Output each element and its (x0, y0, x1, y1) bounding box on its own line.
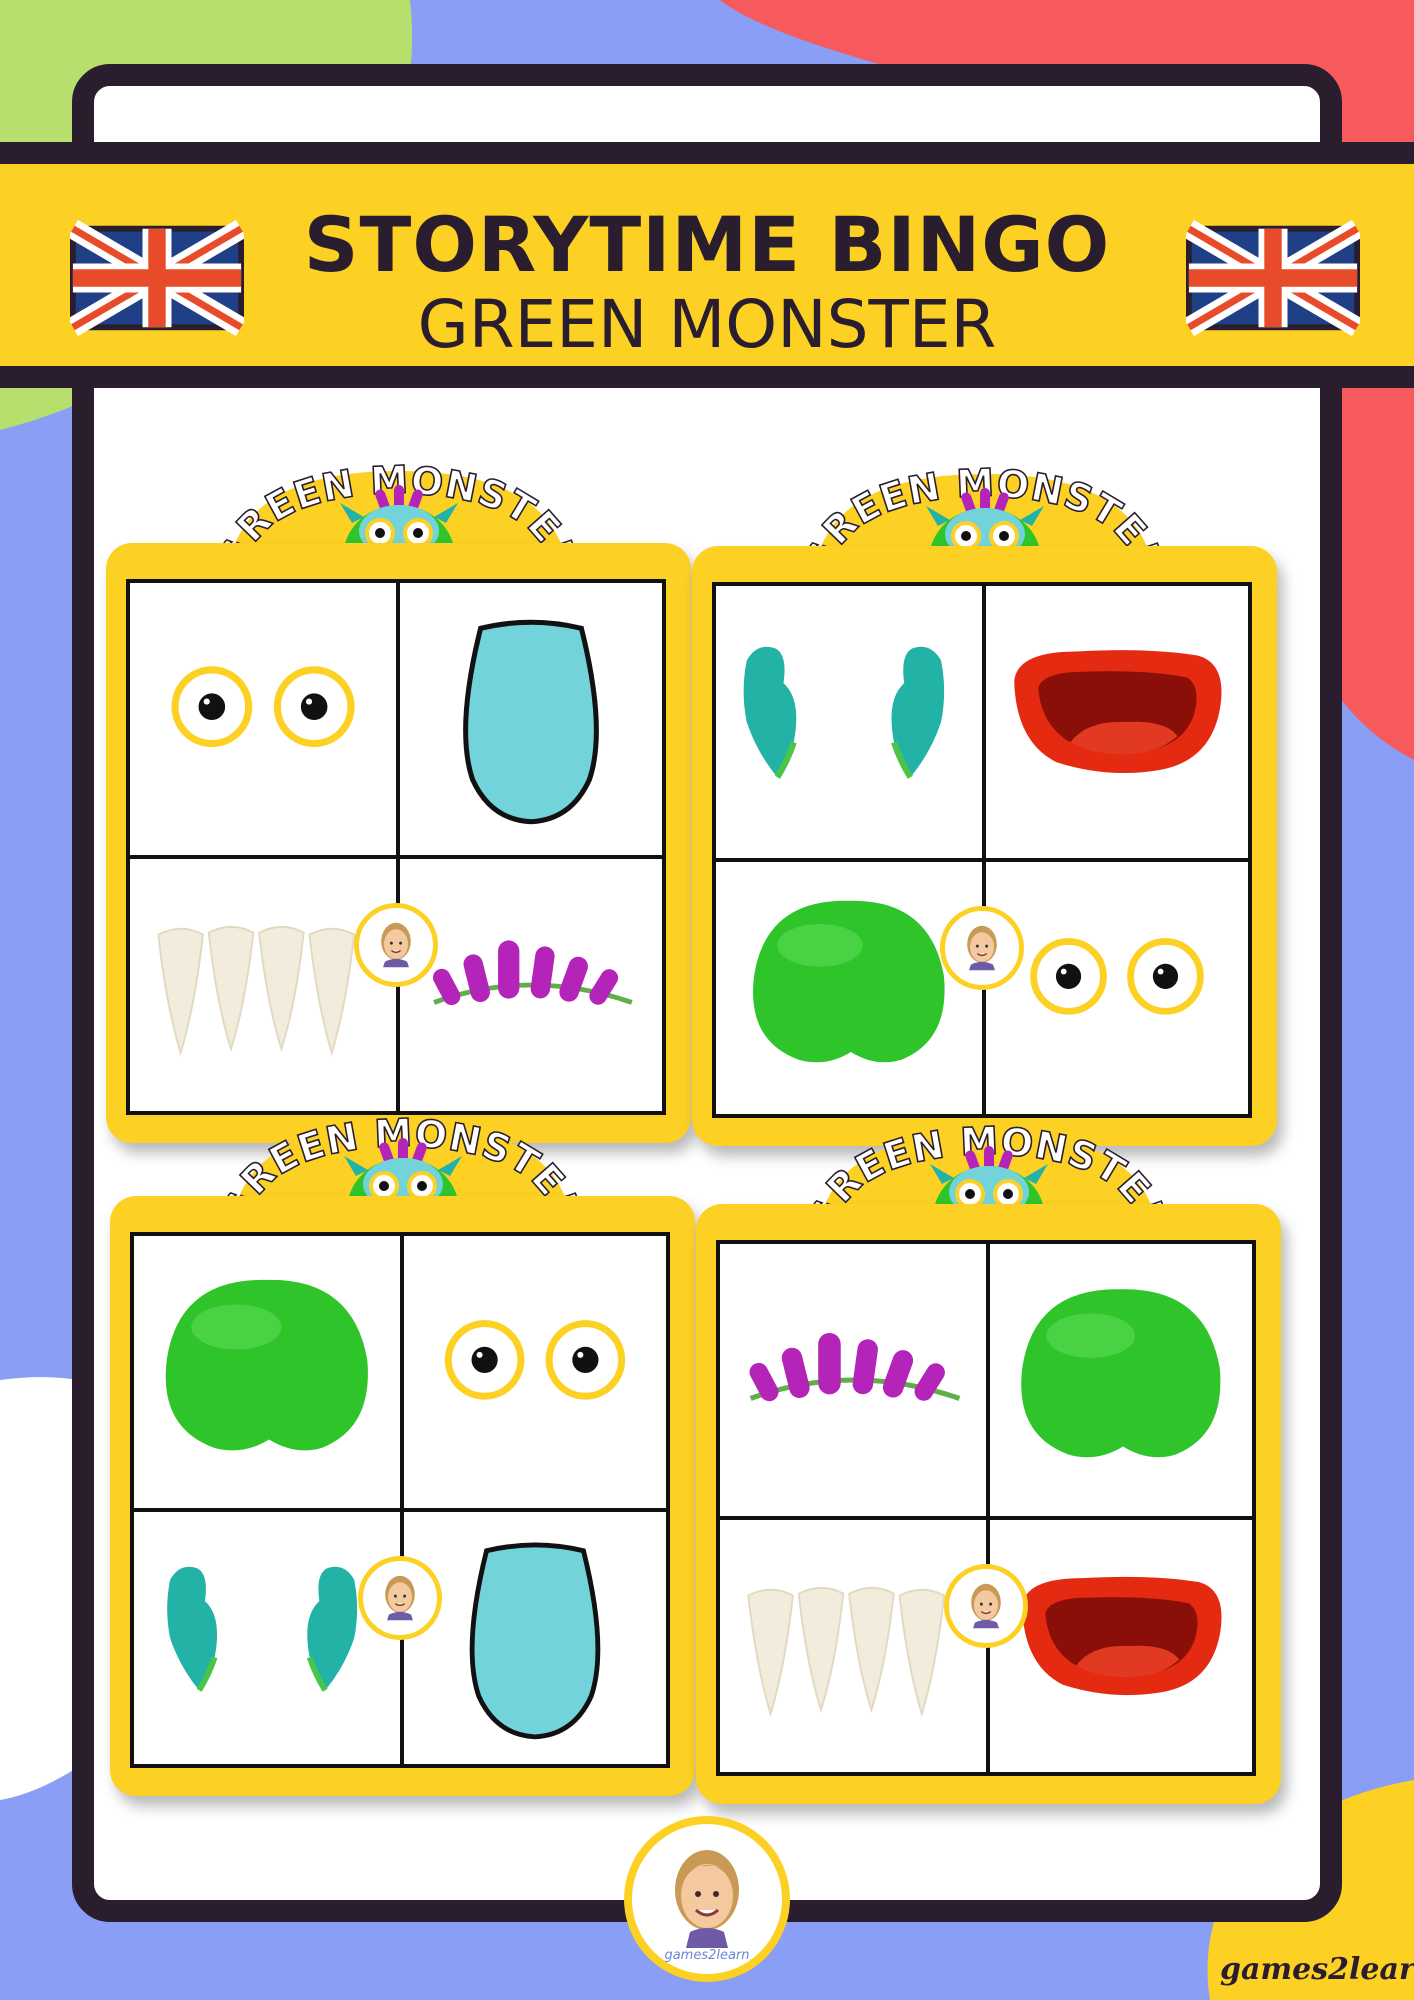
card-panel (106, 543, 691, 1143)
avatar-badge-label: games2learn (664, 1948, 750, 1963)
bingo-cell[interactable] (720, 1244, 988, 1518)
uk-flag-icon (1186, 220, 1360, 336)
avatar-badge-small (354, 903, 438, 987)
bingo-cell[interactable] (402, 1236, 666, 1510)
eyes-icon (404, 1236, 666, 1508)
teeth-icon (130, 859, 396, 1111)
avatar-badge: games2learn (624, 1816, 790, 1982)
bingo-cell[interactable] (716, 586, 984, 860)
card-panel (696, 1204, 1281, 1804)
bingo-cell[interactable] (988, 1518, 1252, 1772)
avatar-icon (381, 922, 411, 968)
hair-icon (720, 1244, 986, 1516)
head-icon (990, 1244, 1252, 1516)
bingo-cell[interactable] (398, 857, 662, 1111)
bingo-card: GREEN MONSTER (692, 446, 1277, 1146)
mouth-icon (990, 1520, 1252, 1772)
bingo-cell[interactable] (402, 1510, 666, 1764)
bingo-cell[interactable] (988, 1244, 1252, 1518)
card-panel (692, 546, 1277, 1146)
avatar-badge-small (944, 1564, 1028, 1648)
bingo-cell[interactable] (984, 860, 1248, 1114)
avatar-icon (971, 1583, 1001, 1629)
bingo-cell[interactable] (716, 860, 984, 1114)
ears-icon (134, 1512, 400, 1764)
bingo-grid (126, 579, 666, 1115)
bingo-card: GREEN MONSTER (696, 1104, 1281, 1804)
head-icon (134, 1236, 400, 1508)
eyes-icon (130, 583, 396, 855)
bingo-cell[interactable] (720, 1518, 988, 1772)
avatar-icon (967, 925, 997, 971)
bingo-grid (716, 1240, 1256, 1776)
bingo-cell[interactable] (134, 1236, 402, 1510)
card-panel (110, 1196, 695, 1796)
bingo-cell[interactable] (398, 583, 662, 857)
bingo-cell[interactable] (984, 586, 1248, 860)
head-icon (716, 862, 982, 1114)
bingo-card: GREEN MONSTER (110, 1096, 695, 1796)
header-banner: STORYTIME BINGO GREEN MONSTER (0, 142, 1414, 388)
eyes-icon (986, 862, 1248, 1114)
bingo-cell[interactable] (130, 583, 398, 857)
avatar-icon (675, 1850, 739, 1948)
avatar-icon (385, 1575, 415, 1621)
bingo-grid (130, 1232, 670, 1768)
ears-icon (716, 586, 982, 858)
mouth-icon (986, 586, 1248, 858)
teeth-icon (720, 1520, 986, 1772)
face-icon (404, 1512, 666, 1764)
bingo-grid (712, 582, 1252, 1118)
face-icon (400, 583, 662, 855)
bingo-cell[interactable] (130, 857, 398, 1111)
hair-icon (400, 859, 662, 1111)
bingo-card: GREEN MONSTER (106, 443, 691, 1143)
avatar-badge-small (940, 906, 1024, 990)
brand-footer: games2learn (1220, 1952, 1414, 1987)
avatar-badge-small (358, 1556, 442, 1640)
bingo-cell[interactable] (134, 1510, 402, 1764)
